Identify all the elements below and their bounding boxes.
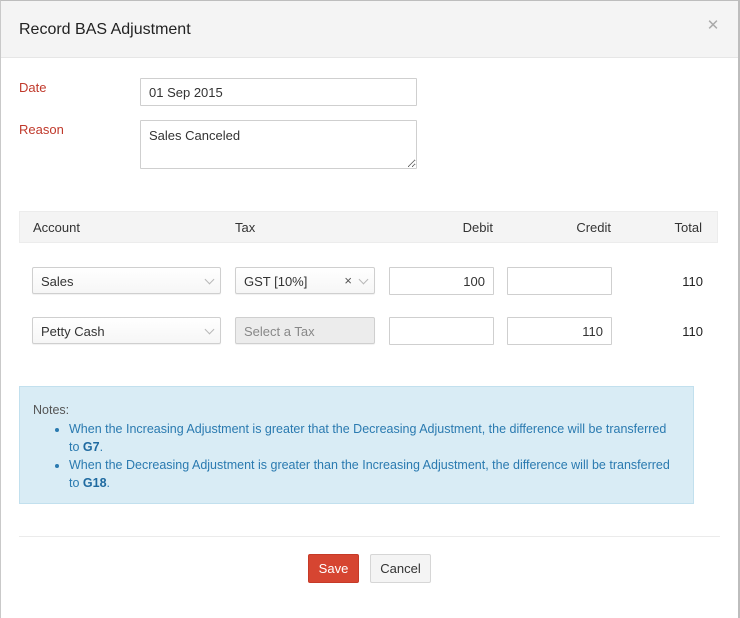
cancel-button[interactable]: Cancel xyxy=(370,554,431,583)
chevron-down-icon xyxy=(204,274,215,285)
chevron-down-icon xyxy=(204,324,215,335)
column-header-account: Account xyxy=(33,220,80,235)
note-item: When the Decreasing Adjustment is greate… xyxy=(69,456,679,492)
note-text: When the Increasing Adjustment is greate… xyxy=(69,422,667,454)
modal-header: Record BAS Adjustment ✕ xyxy=(1,1,738,58)
tax-select[interactable]: Select a Tax xyxy=(235,317,375,344)
modal-title: Record BAS Adjustment xyxy=(19,21,191,38)
save-button[interactable]: Save xyxy=(308,554,359,583)
footer-divider xyxy=(19,536,720,537)
row-total: 110 xyxy=(682,324,703,339)
account-select[interactable]: Petty Cash xyxy=(32,317,221,344)
account-select[interactable]: Sales xyxy=(32,267,221,294)
column-header-tax: Tax xyxy=(235,220,256,235)
date-label: Date xyxy=(19,80,47,95)
reason-textarea[interactable]: Sales Canceled xyxy=(140,120,417,169)
credit-input[interactable] xyxy=(507,267,612,295)
notes-title: Notes: xyxy=(33,403,70,417)
note-text: When the Decreasing Adjustment is greate… xyxy=(69,458,670,490)
debit-input[interactable] xyxy=(389,317,494,345)
tax-select[interactable]: GST [10%] × xyxy=(235,267,375,294)
note-item: When the Increasing Adjustment is greate… xyxy=(69,420,679,456)
tax-select-placeholder: Select a Tax xyxy=(244,324,315,339)
column-header-debit: Debit xyxy=(462,220,493,235)
note-suffix: . xyxy=(106,476,111,490)
date-input[interactable] xyxy=(140,78,417,106)
reason-label: Reason xyxy=(19,122,64,137)
notes-list: When the Increasing Adjustment is greate… xyxy=(69,420,679,492)
column-header-credit: Credit xyxy=(576,220,611,235)
column-header-total: Total xyxy=(674,220,702,235)
note-bold-code: G7 xyxy=(82,440,100,454)
close-icon[interactable]: ✕ xyxy=(706,18,720,33)
note-bold-code: G18 xyxy=(82,476,107,490)
account-select-value: Petty Cash xyxy=(41,324,105,339)
table-header: Account Tax Debit Credit Total xyxy=(19,211,718,243)
chevron-down-icon xyxy=(358,274,369,285)
note-suffix: . xyxy=(99,440,104,454)
debit-input[interactable] xyxy=(389,267,494,295)
tax-select-value: GST [10%] xyxy=(244,274,308,289)
credit-input[interactable] xyxy=(507,317,612,345)
row-total: 110 xyxy=(682,274,703,289)
clear-icon[interactable]: × xyxy=(344,273,352,288)
account-select-value: Sales xyxy=(41,274,74,289)
notes-panel: Notes: When the Increasing Adjustment is… xyxy=(19,386,694,504)
